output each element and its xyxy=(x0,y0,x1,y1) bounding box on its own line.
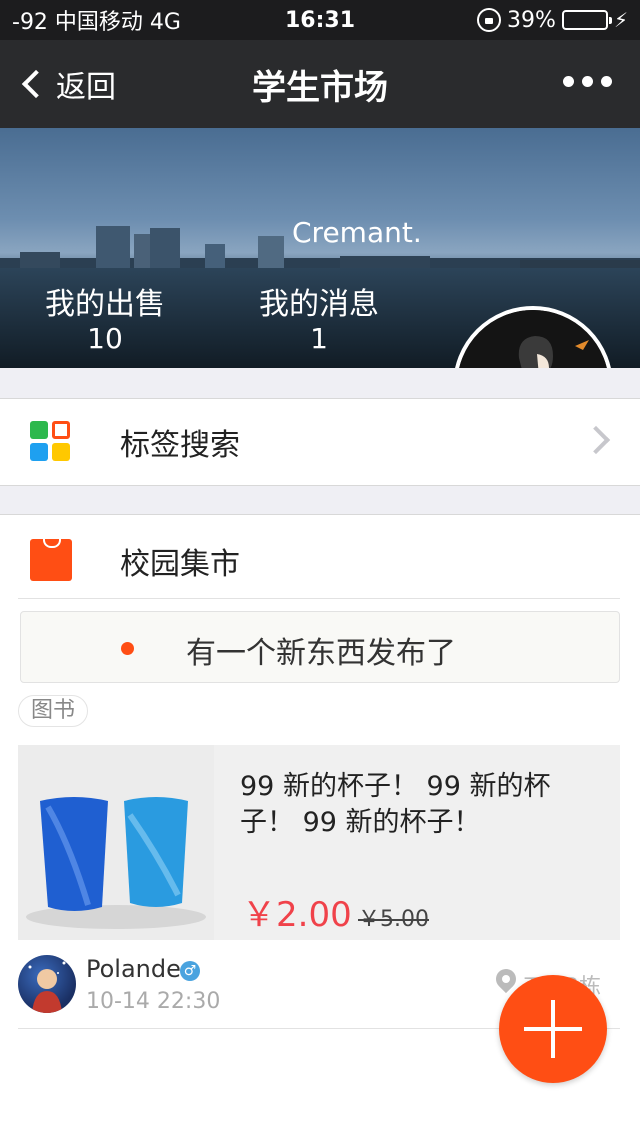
item-price: ￥2.00 xyxy=(242,895,352,935)
carrier-signal: -92 中国移动 4G xyxy=(12,10,181,35)
my-sales-label: 我的出售 xyxy=(45,287,165,322)
seller-name[interactable]: Polande xyxy=(86,955,181,983)
seller-avatar[interactable] xyxy=(18,955,76,1013)
battery-percent: 39% xyxy=(507,7,556,33)
nav-bar: 返回 学生市场 xyxy=(0,40,640,128)
chevron-left-icon xyxy=(21,69,51,99)
item-title: 99 新的杯子！ 99 新的杯子！ 99 新的杯子！ xyxy=(240,771,551,838)
status-right: 39% ⚡ xyxy=(477,8,628,33)
market-header: 校园集市 xyxy=(18,515,620,599)
tag-search-label: 标签搜索 xyxy=(120,428,240,463)
profile-username: Cremant. xyxy=(292,216,422,249)
profile-banner: Cremant. 我的出售 10 我的消息 1 xyxy=(0,128,640,368)
charging-icon: ⚡ xyxy=(613,8,628,32)
more-dot-icon xyxy=(563,76,574,87)
seller-avatar-image xyxy=(28,961,66,1013)
post-time: 10-14 22:30 xyxy=(86,989,221,1014)
tag-search-row[interactable]: 标签搜索 xyxy=(0,398,640,486)
grid-tile xyxy=(52,421,70,439)
item-image xyxy=(18,745,214,940)
male-icon: ♂ xyxy=(180,961,200,981)
battery-icon xyxy=(561,10,612,30)
add-item-button[interactable] xyxy=(499,975,607,1083)
my-sales-stat[interactable]: 我的出售 10 xyxy=(40,288,170,356)
status-bar: -92 中国移动 4G 16:31 39% ⚡ xyxy=(0,0,640,40)
item-original-price: ￥5.00 xyxy=(358,907,429,932)
tag-grid-icon xyxy=(30,421,72,463)
market-title: 校园集市 xyxy=(120,547,240,582)
grid-tile xyxy=(30,443,48,461)
grid-tile xyxy=(52,443,70,461)
more-dot-icon xyxy=(582,76,593,87)
back-button[interactable]: 返回 xyxy=(18,40,116,128)
grid-tile xyxy=(30,421,48,439)
category-tag[interactable]: 图书 xyxy=(18,695,89,727)
my-sales-count: 10 xyxy=(87,322,123,355)
notice-text: 有一个新东西发布了 xyxy=(186,636,456,671)
rotation-lock-icon xyxy=(477,8,502,32)
new-item-notice[interactable]: 有一个新东西发布了 xyxy=(20,611,620,683)
my-messages-count: 1 xyxy=(310,322,328,355)
blue-cups-image xyxy=(18,745,214,940)
more-dot-icon xyxy=(601,76,612,87)
notice-dot-icon xyxy=(121,642,134,655)
my-messages-stat[interactable]: 我的消息 1 xyxy=(254,288,384,356)
chevron-right-icon xyxy=(581,425,611,455)
back-label: 返回 xyxy=(56,70,116,105)
more-button[interactable] xyxy=(563,76,612,87)
my-messages-label: 我的消息 xyxy=(259,287,379,322)
shopping-bag-icon xyxy=(30,537,72,581)
item-card[interactable]: 99 新的杯子！ 99 新的杯子！ 99 新的杯子！ ￥2.00 ￥5.00 xyxy=(18,745,620,940)
